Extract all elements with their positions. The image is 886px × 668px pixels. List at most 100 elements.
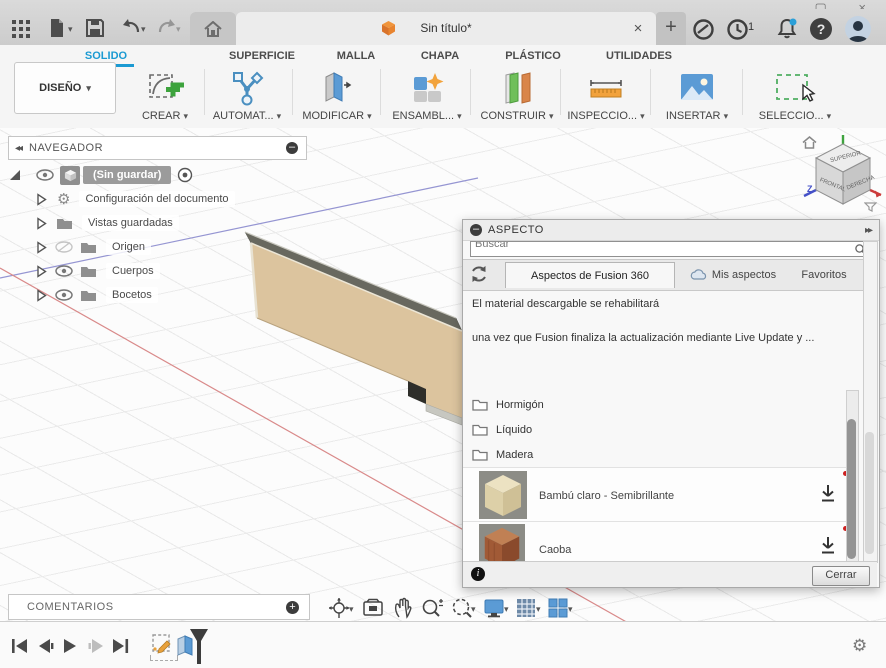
aspect-minimize-icon[interactable]: – [470,224,482,236]
display-caret[interactable]: ▾ [504,604,509,615]
group-insertar[interactable]: INSERTAR ▾ [655,67,739,122]
tree-root-row[interactable]: (Sin guardar) [8,164,193,186]
aspect-dock-icon[interactable]: ▸▸ [865,225,873,236]
group-automatizar[interactable]: AUTOMAT... ▾ [205,67,289,122]
viewcube-home-icon[interactable] [802,136,817,149]
orbit-caret[interactable]: ▾ [349,604,354,615]
document-tab[interactable]: Sin título* × [236,12,656,45]
play-icon[interactable] [62,638,78,654]
tab-superficie[interactable]: SUPERFICIE [222,50,302,62]
folder-row-liquido[interactable]: Líquido [472,417,532,442]
save-icon[interactable] [84,17,108,41]
grid-caret[interactable]: ▾ [536,604,541,615]
tab-solido[interactable]: SOLIDO [76,50,136,62]
app-grid-icon[interactable] [10,17,34,41]
timeline-sketch-feature-icon[interactable] [151,633,175,657]
help-icon[interactable]: ? [810,18,832,40]
window-controls[interactable]: ▢ × [815,0,881,9]
timeline-playhead[interactable] [188,627,210,665]
timeline-settings-gear-icon[interactable]: ⚙ [852,636,867,656]
download-icon[interactable] [819,484,837,504]
tab-utilidades[interactable]: UTILIDADES [604,50,674,62]
extensions-icon[interactable] [692,18,716,42]
collapse-navigator-icon[interactable]: ◂◂ [15,143,23,154]
navigator-minimize-icon[interactable]: – [286,142,298,154]
design-mode-button[interactable]: DISEÑO ▾ [14,62,116,114]
close-tab-icon[interactable]: × [628,19,648,39]
group-inspeccionar[interactable]: INSPECCIO... ▾ [564,67,648,122]
tab-fusion-aspects[interactable]: Aspectos de Fusion 360 [505,262,675,288]
notifications-bell-icon[interactable] [775,17,799,41]
tab-favorites[interactable]: Favoritos [793,262,855,287]
pan-tool-icon[interactable] [392,597,414,619]
tree-label[interactable]: Cuerpos [106,263,160,279]
folder-row-hormigon[interactable]: Hormigón [472,392,544,417]
tab-malla[interactable]: MALLA [330,50,382,62]
close-dialog-button[interactable]: Cerrar [812,566,870,586]
panel-scrollbar-thumb[interactable] [865,432,874,554]
activate-target-icon[interactable] [177,167,193,183]
job-status-clock-icon[interactable] [726,18,750,42]
group-seleccionar[interactable]: SELECCIO... ▾ [753,67,837,122]
visibility-off-eye-icon[interactable] [55,241,73,253]
expander-icon[interactable] [36,264,47,278]
home-tab[interactable] [190,12,236,45]
download-icon[interactable] [819,536,837,556]
tree-item-origin[interactable]: Origen [36,236,152,258]
tab-my-aspects[interactable]: Mis aspectos [677,262,789,287]
aspect-header[interactable]: – ASPECTO ▸▸ [463,220,879,241]
redo-caret[interactable]: ▾ [176,24,181,35]
fit-caret[interactable]: ▾ [471,604,476,615]
info-icon[interactable]: i [471,567,485,581]
group-modificar[interactable]: MODIFICAR ▾ [295,67,379,122]
new-tab-button[interactable]: + [656,12,686,45]
grid-snap-icon[interactable] [515,597,537,619]
file-menu-caret[interactable]: ▾ [68,24,73,35]
zoom-tool-icon[interactable] [420,597,443,619]
display-settings-icon[interactable] [483,597,505,619]
refresh-icon[interactable] [469,264,495,286]
tree-label[interactable]: Configuración del documento [79,191,235,207]
group-crear[interactable]: CREAR ▾ [123,67,207,122]
navigator-header[interactable]: ◂◂ NAVEGADOR – [8,136,307,160]
list-scrollbar-thumb[interactable] [847,419,856,559]
group-construir[interactable]: CONSTRUIR ▾ [475,67,559,122]
tab-plastico[interactable]: PLÁSTICO [502,50,564,62]
root-expander-icon[interactable] [8,168,22,182]
expander-icon[interactable] [36,240,47,254]
viewports-icon[interactable] [547,597,569,619]
add-comment-icon[interactable]: + [286,600,299,614]
tree-label[interactable]: Origen [106,239,152,255]
orbit-tool-icon[interactable] [328,597,350,619]
file-menu-icon[interactable] [46,17,70,41]
go-to-start-icon[interactable] [10,638,28,654]
viewports-caret[interactable]: ▾ [568,604,573,615]
step-forward-icon[interactable] [88,638,104,654]
tree-label[interactable]: Vistas guardadas [82,215,179,231]
expander-icon[interactable] [36,288,47,302]
panel-scrollbar-track[interactable] [863,241,878,563]
group-ensamblar[interactable]: ENSAMBL... ▾ [385,67,469,122]
tree-item-doc-settings[interactable]: ⚙ Configuración del documento [36,188,235,210]
go-to-end-icon[interactable] [112,638,130,654]
search-input[interactable]: Buscar [470,241,872,257]
folder-row-madera[interactable]: Madera [472,442,533,467]
tree-item-bodies[interactable]: Cuerpos [36,260,160,282]
root-document-label[interactable]: (Sin guardar) [83,166,172,184]
tree-label[interactable]: Bocetos [106,287,158,303]
viewport-3d[interactable]: ◂◂ NAVEGADOR – (Sin guardar) ⚙ Configura… [0,128,886,621]
tree-item-saved-views[interactable]: Vistas guardadas [36,212,179,234]
visibility-eye-icon[interactable] [55,265,73,277]
tab-chapa[interactable]: CHAPA [414,50,466,62]
visibility-eye-icon[interactable] [36,169,54,181]
expander-icon[interactable] [36,216,47,230]
visibility-eye-icon[interactable] [55,289,73,301]
expander-icon[interactable] [36,192,47,206]
look-at-tool-icon[interactable] [362,597,384,619]
material-row-bamboo[interactable]: Bambú claro - Semibrillante [463,467,859,522]
user-avatar[interactable] [845,16,871,42]
fit-view-tool-icon[interactable] [450,597,472,619]
tree-item-sketches[interactable]: Bocetos [36,284,158,306]
comments-bar[interactable]: COMENTARIOS + [8,594,310,620]
viewcube-options-icon[interactable] [864,202,877,212]
